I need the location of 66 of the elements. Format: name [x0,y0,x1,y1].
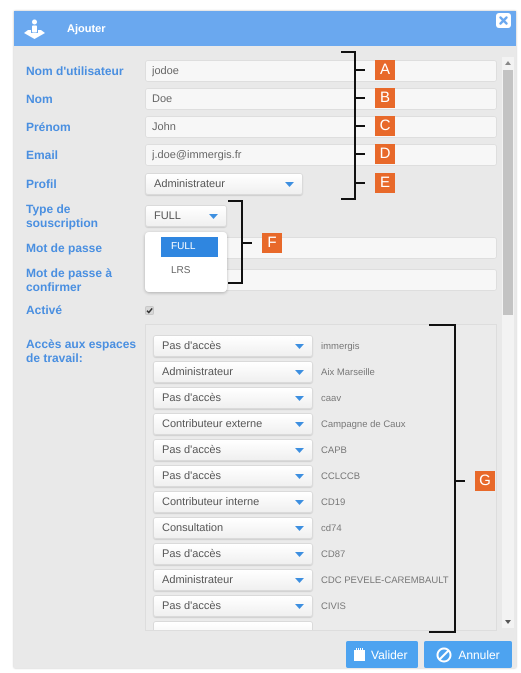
scrollbar-thumb[interactable] [503,70,513,315]
workspace-name: CAPB [321,444,347,456]
dropdown[interactable]: Administrateur [145,173,303,195]
dialog-title: Ajouter [67,22,106,34]
dropdown[interactable]: Administrateur [153,569,313,591]
checkbox[interactable] [145,306,154,314]
field-label: Type de souscription [26,202,100,230]
field-label: Email [26,148,58,162]
workspace-name: immergis [321,340,360,352]
workspace-name: caav [321,392,342,404]
caret-icon [285,182,294,186]
dropdown[interactable]: Contributeur interne [153,491,313,513]
annotation-label: F [262,233,282,253]
field-label: Nom [26,92,53,106]
caret-icon [209,214,218,218]
cancel-icon [436,646,452,662]
caret-icon [295,578,304,582]
caret-icon [295,344,304,348]
user-icon [22,18,47,38]
dropdown-option[interactable]: LRS [161,261,218,281]
caret-icon [295,448,304,452]
close-icon[interactable] [496,13,511,28]
dropdown[interactable]: FULL [145,205,227,227]
caret-icon [295,500,304,504]
annotation-label: C [375,116,395,136]
caret-icon [295,422,304,426]
field-label: Nom d'utilisateur [26,64,124,78]
workspace-name: CD87 [321,548,346,560]
dropdown[interactable]: Pas d'accès [153,543,313,565]
scroll-up-icon[interactable] [505,61,511,65]
dropdown[interactable]: Pas d'accès [153,387,313,409]
dropdown[interactable]: Consultation [153,517,313,539]
scrollbar[interactable] [502,57,514,628]
dropdown-option[interactable]: FULL [161,237,218,257]
caret-icon [295,474,304,478]
caret-icon [295,370,304,374]
workspace-name: cd74 [321,522,342,534]
field-label: Accès aux espaces de travail: [26,336,138,365]
dropdown[interactable]: Pas d'accès [153,465,313,487]
dropdown[interactable]: Pas d'accès [153,595,313,617]
save-icon [354,648,365,661]
field-label: Profil [26,177,57,191]
workspace-name: Aix Marseille [321,366,375,378]
field-label: Activé [26,303,62,317]
field-label: Mot de passe [26,241,102,255]
caret-icon [295,552,304,556]
workspace-name: CD19 [321,496,346,508]
dropdown[interactable]: Administrateur [153,361,313,383]
dropdown[interactable]: Contributeur externe [153,413,313,435]
annotation-label: D [375,144,395,164]
workspace-name: CIVIS [321,600,346,612]
workspace-name: CCLCCB [321,470,360,482]
annotation-label: E [375,173,395,193]
annotation-label: G [475,471,495,491]
scroll-down-icon[interactable] [505,620,511,624]
workspace-name: Campagne de Caux [321,418,406,430]
field-label: Mot de passe à confirmer [26,266,114,294]
dropdown[interactable]: Pas d'accès [153,439,313,461]
caret-icon [295,604,304,608]
annotation-label: B [375,88,395,108]
annotation-label: A [375,60,395,80]
caret-icon [295,396,304,400]
workspace-name: CDC PEVELE-CAREMBAULT [321,574,449,586]
field-label: Prénom [26,120,71,134]
caret-icon [295,526,304,530]
dropdown[interactable]: Pas d'accès [153,335,313,357]
